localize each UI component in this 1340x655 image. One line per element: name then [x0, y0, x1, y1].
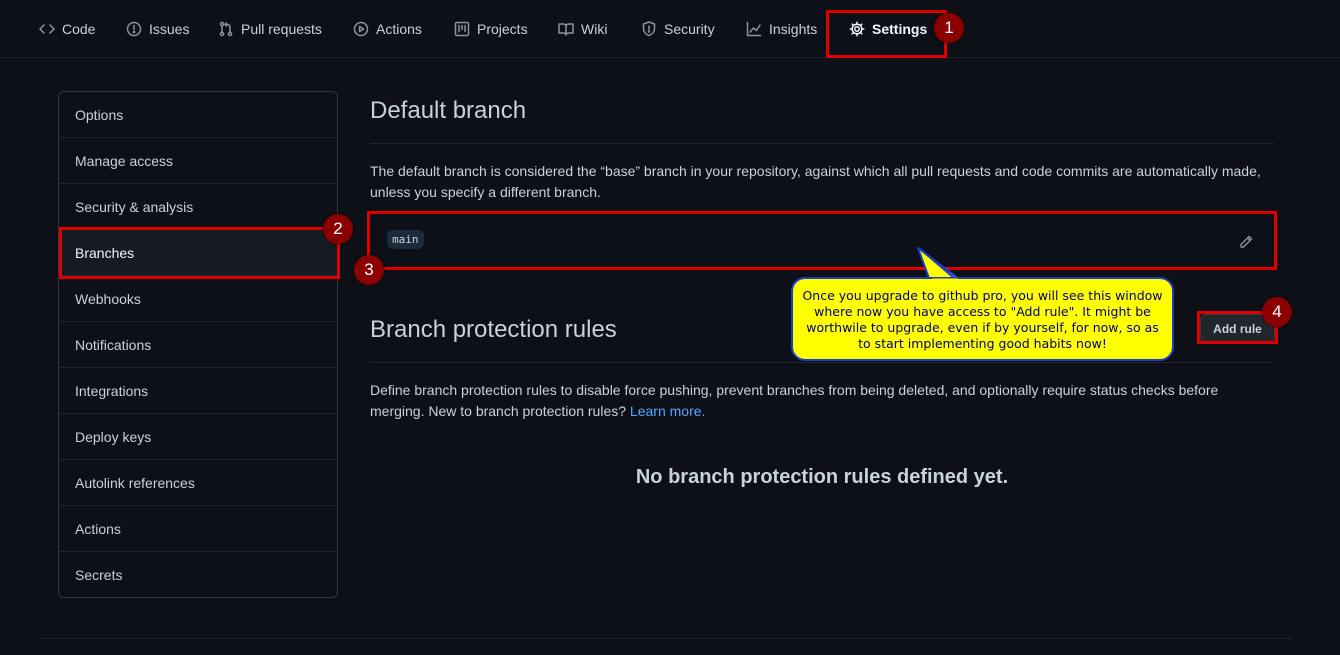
- sidebar-item-label: Branches: [75, 244, 135, 261]
- annotation-callout: Once you upgrade to github pro, you will…: [791, 277, 1174, 361]
- issue-icon: [126, 21, 142, 37]
- pencil-icon[interactable]: [1238, 234, 1254, 255]
- tab-actions[interactable]: Actions: [353, 0, 422, 58]
- tab-label: Wiki: [581, 21, 608, 37]
- gear-icon: [849, 21, 865, 37]
- sidebar-item-actions[interactable]: Actions: [59, 506, 337, 552]
- sidebar-item-label: Options: [75, 106, 124, 123]
- tab-label: Pull requests: [241, 21, 322, 37]
- tab-settings[interactable]: Settings: [844, 0, 932, 58]
- sidebar-item-webhooks[interactable]: Webhooks: [59, 276, 337, 322]
- tab-label: Security: [664, 21, 715, 37]
- default-branch-description: The default branch is considered the “ba…: [370, 163, 1261, 200]
- sidebar-item-label: Deploy keys: [75, 428, 152, 445]
- sidebar-item-autolink-references[interactable]: Autolink references: [59, 460, 337, 506]
- graph-icon: [746, 21, 762, 37]
- code-icon: [39, 21, 55, 37]
- shield-icon: [641, 21, 657, 37]
- pull-request-icon: [218, 21, 234, 37]
- play-icon: [353, 21, 369, 37]
- default-branch-heading: Default branch: [370, 97, 527, 124]
- default-branch-box: main: [370, 213, 1274, 268]
- tab-projects[interactable]: Projects: [454, 0, 528, 58]
- sidebar-item-deploy-keys[interactable]: Deploy keys: [59, 414, 337, 460]
- tab-wiki[interactable]: Wiki: [558, 0, 607, 58]
- sidebar-item-label: Notifications: [75, 336, 152, 353]
- tab-label: Projects: [477, 21, 528, 37]
- tab-insights[interactable]: Insights: [746, 0, 817, 58]
- empty-state-message: No branch protection rules defined yet.: [635, 466, 1009, 488]
- protection-description-text: Define branch protection rules to disabl…: [370, 382, 1219, 419]
- tab-code[interactable]: Code: [39, 0, 95, 58]
- tab-label: Insights: [769, 21, 818, 37]
- tab-label: Actions: [376, 21, 422, 37]
- project-icon: [454, 21, 470, 37]
- protection-heading: Branch protection rules: [370, 316, 617, 343]
- sidebar-item-notifications[interactable]: Notifications: [59, 322, 337, 368]
- annotation-marker-2: 2: [323, 214, 353, 244]
- sidebar-item-options[interactable]: Options: [59, 92, 337, 138]
- branch-name: main: [387, 230, 424, 249]
- sidebar-item-secrets[interactable]: Secrets: [59, 552, 337, 597]
- sidebar-item-label: Security & analysis: [75, 198, 194, 215]
- tab-label: Settings: [872, 21, 928, 37]
- annotation-marker-1: 1: [934, 13, 964, 43]
- tab-security[interactable]: Security: [641, 0, 715, 58]
- tab-label: Code: [62, 21, 96, 37]
- tab-pull-requests[interactable]: Pull requests: [218, 0, 322, 58]
- sidebar-item-security-analysis[interactable]: Security & analysis: [59, 184, 337, 230]
- sidebar-item-label: Actions: [75, 520, 121, 537]
- annotation-marker-4: 4: [1262, 297, 1292, 327]
- protection-description: Define branch protection rules to disabl…: [370, 380, 1274, 422]
- tab-issues[interactable]: Issues: [126, 0, 189, 58]
- sidebar-item-label: Secrets: [75, 567, 123, 583]
- sidebar-item-label: Integrations: [75, 382, 149, 399]
- sidebar-item-label: Manage access: [75, 152, 174, 169]
- learn-more-link[interactable]: Learn more.: [630, 403, 705, 419]
- footer-divider: [42, 638, 1292, 639]
- divider: [370, 143, 1274, 144]
- book-icon: [558, 21, 574, 37]
- tab-label: Issues: [149, 21, 190, 37]
- annotation-marker-3: 3: [354, 255, 384, 285]
- divider: [370, 362, 1274, 363]
- sidebar-item-branches[interactable]: Branches: [59, 230, 337, 276]
- settings-sidebar: Options Manage access Security & analysi…: [58, 91, 338, 598]
- sidebar-item-label: Webhooks: [75, 290, 141, 307]
- sidebar-item-label: Autolink references: [75, 474, 195, 491]
- sidebar-item-integrations[interactable]: Integrations: [59, 368, 337, 414]
- repo-nav: Code Issues Pull requests Actions Projec…: [0, 0, 1340, 58]
- sidebar-item-manage-access[interactable]: Manage access: [59, 138, 337, 184]
